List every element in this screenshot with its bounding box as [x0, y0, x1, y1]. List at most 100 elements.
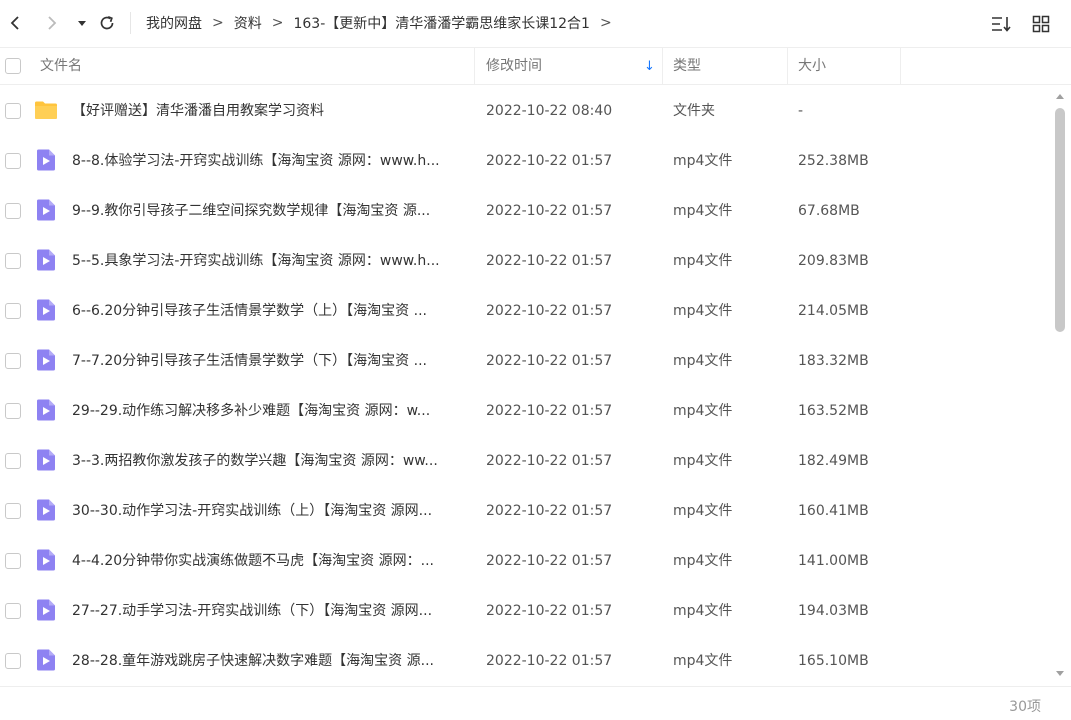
row-checkbox[interactable] — [5, 603, 21, 619]
row-checkbox[interactable] — [5, 503, 21, 519]
file-modified-time: 2022-10-22 01:57 — [486, 653, 613, 669]
file-modified-time: 2022-10-22 01:57 — [486, 403, 613, 419]
video-file-icon — [37, 299, 55, 321]
file-type: mp4文件 — [673, 603, 733, 619]
file-size: 163.52MB — [798, 403, 869, 419]
scroll-up-arrow-icon[interactable] — [1055, 92, 1065, 100]
row-checkbox[interactable] — [5, 453, 21, 469]
file-name[interactable]: 6--6.20分钟引导孩子生活情景学数学（上）【海淘宝资 ... — [72, 286, 468, 336]
breadcrumb-separator: > — [212, 15, 224, 31]
row-checkbox[interactable] — [5, 403, 21, 419]
column-divider[interactable] — [787, 48, 788, 85]
file-modified-time: 2022-10-22 01:57 — [486, 253, 613, 269]
file-name[interactable]: 9--9.教你引导孩子二维空间探究数学规律【海淘宝资 源... — [72, 186, 468, 236]
file-row[interactable]: 6--6.20分钟引导孩子生活情景学数学（上）【海淘宝资 ... 2022-10-… — [0, 286, 1050, 336]
refresh-button[interactable] — [95, 11, 119, 35]
file-type: mp4文件 — [673, 153, 733, 169]
file-name[interactable]: 30--30.动作学习法-开窍实战训练（上）【海淘宝资 源网... — [72, 486, 468, 536]
footer-divider — [0, 686, 1071, 687]
sort-desc-arrow-icon[interactable]: ↓ — [644, 48, 655, 85]
file-name[interactable]: 3--3.两招教你激发孩子的数学兴趣【海淘宝资 源网：ww... — [72, 436, 468, 486]
row-checkbox[interactable] — [5, 303, 21, 319]
file-modified-time: 2022-10-22 01:57 — [486, 453, 613, 469]
breadcrumb-item-current[interactable]: 163-【更新中】清华潘潘学霸思维家长课12合1 — [293, 13, 590, 33]
folder-icon — [35, 101, 57, 119]
row-checkbox[interactable] — [5, 153, 21, 169]
video-file-icon — [37, 149, 55, 171]
file-name[interactable]: 29--29.动作练习解决移多补少难题【海淘宝资 源网：w... — [72, 386, 468, 436]
file-modified-time: 2022-10-22 08:40 — [486, 103, 613, 119]
column-divider[interactable] — [662, 48, 663, 85]
scroll-down-arrow-icon[interactable] — [1055, 670, 1065, 678]
video-file-icon — [37, 249, 55, 271]
breadcrumb-item-root[interactable]: 我的网盘 — [146, 13, 202, 33]
file-row[interactable]: 9--9.教你引导孩子二维空间探究数学规律【海淘宝资 源... 2022-10-2… — [0, 186, 1050, 236]
file-modified-time: 2022-10-22 01:57 — [486, 553, 613, 569]
forward-button[interactable] — [40, 11, 64, 35]
row-checkbox[interactable] — [5, 353, 21, 369]
video-file-icon — [37, 349, 55, 371]
file-row[interactable]: 【好评赠送】清华潘潘自用教案学习资料 2022-10-22 08:40 文件夹 … — [0, 86, 1050, 136]
file-name[interactable]: 【好评赠送】清华潘潘自用教案学习资料 — [72, 86, 468, 136]
column-header-modified[interactable]: 修改时间 — [486, 48, 542, 85]
file-row[interactable]: 29--29.动作练习解决移多补少难题【海淘宝资 源网：w... 2022-10-… — [0, 386, 1050, 436]
sort-icon — [992, 17, 1011, 32]
row-checkbox[interactable] — [5, 103, 21, 119]
back-button[interactable] — [3, 11, 27, 35]
toolbar: 我的网盘 > 资料 > 163-【更新中】清华潘潘学霸思维家长课12合1 > — [0, 0, 1071, 46]
file-size: 165.10MB — [798, 653, 869, 669]
row-checkbox[interactable] — [5, 653, 21, 669]
file-name[interactable]: 27--27.动手学习法-开窍实战训练（下）【海淘宝资 源网... — [72, 586, 468, 636]
video-file-icon — [37, 199, 55, 221]
file-row[interactable]: 28--28.童年游戏跳房子快速解决数字难题【海淘宝资 源... 2022-10-… — [0, 636, 1050, 686]
file-modified-time: 2022-10-22 01:57 — [486, 303, 613, 319]
vertical-scrollbar[interactable] — [1054, 104, 1066, 666]
item-count: 30项 — [1009, 699, 1041, 715]
file-row[interactable]: 27--27.动手学习法-开窍实战训练（下）【海淘宝资 源网... 2022-10… — [0, 586, 1050, 636]
file-row[interactable]: 7--7.20分钟引导孩子生活情景学数学（下）【海淘宝资 ... 2022-10-… — [0, 336, 1050, 386]
file-row[interactable]: 5--5.具象学习法-开窍实战训练【海淘宝资 源网：www.h... 2022-1… — [0, 236, 1050, 286]
column-header-size[interactable]: 大小 — [798, 48, 826, 85]
grid-view-button[interactable] — [1029, 12, 1053, 36]
file-type: mp4文件 — [673, 203, 733, 219]
breadcrumb-separator[interactable]: > — [600, 15, 612, 31]
row-checkbox[interactable] — [5, 203, 21, 219]
chevron-right-icon — [48, 16, 57, 30]
file-size: 183.32MB — [798, 353, 869, 369]
file-type: mp4文件 — [673, 353, 733, 369]
file-name[interactable]: 4--4.20分钟带你实战演练做题不马虎【海淘宝资 源网：... — [72, 536, 468, 586]
video-file-icon — [37, 449, 55, 471]
history-dropdown-button[interactable] — [70, 11, 94, 35]
file-row[interactable]: 4--4.20分钟带你实战演练做题不马虎【海淘宝资 源网：... 2022-10-… — [0, 536, 1050, 586]
sort-button[interactable] — [989, 12, 1013, 36]
file-type: mp4文件 — [673, 503, 733, 519]
scrollbar-thumb[interactable] — [1055, 108, 1065, 332]
file-name[interactable]: 7--7.20分钟引导孩子生活情景学数学（下）【海淘宝资 ... — [72, 336, 468, 386]
file-list: 【好评赠送】清华潘潘自用教案学习资料 2022-10-22 08:40 文件夹 … — [0, 86, 1050, 686]
file-name[interactable]: 8--8.体验学习法-开窍实战训练【海淘宝资 源网：www.h... — [72, 136, 468, 186]
breadcrumb: 我的网盘 > 资料 > 163-【更新中】清华潘潘学霸思维家长课12合1 > — [146, 12, 622, 34]
file-size: 160.41MB — [798, 503, 869, 519]
file-type: mp4文件 — [673, 653, 733, 669]
row-checkbox[interactable] — [5, 253, 21, 269]
toolbar-divider — [130, 12, 131, 34]
column-header-name[interactable]: 文件名 — [40, 48, 82, 85]
file-name[interactable]: 28--28.童年游戏跳房子快速解决数字难题【海淘宝资 源... — [72, 636, 468, 686]
video-file-icon — [37, 549, 55, 571]
row-checkbox[interactable] — [5, 553, 21, 569]
file-row[interactable]: 8--8.体验学习法-开窍实战训练【海淘宝资 源网：www.h... 2022-1… — [0, 136, 1050, 186]
file-modified-time: 2022-10-22 01:57 — [486, 503, 613, 519]
column-divider[interactable] — [474, 48, 475, 85]
file-size: 214.05MB — [798, 303, 869, 319]
select-all-checkbox[interactable] — [5, 58, 21, 74]
column-header-type[interactable]: 类型 — [673, 48, 701, 85]
column-divider[interactable] — [900, 48, 901, 85]
file-row[interactable]: 3--3.两招教你激发孩子的数学兴趣【海淘宝资 源网：ww... 2022-10-… — [0, 436, 1050, 486]
file-name[interactable]: 5--5.具象学习法-开窍实战训练【海淘宝资 源网：www.h... — [72, 236, 468, 286]
file-type: mp4文件 — [673, 253, 733, 269]
file-modified-time: 2022-10-22 01:57 — [486, 203, 613, 219]
chevron-left-icon — [10, 16, 19, 30]
breadcrumb-item-materials[interactable]: 资料 — [234, 13, 262, 33]
video-file-icon — [37, 599, 55, 621]
file-row[interactable]: 30--30.动作学习法-开窍实战训练（上）【海淘宝资 源网... 2022-10… — [0, 486, 1050, 536]
